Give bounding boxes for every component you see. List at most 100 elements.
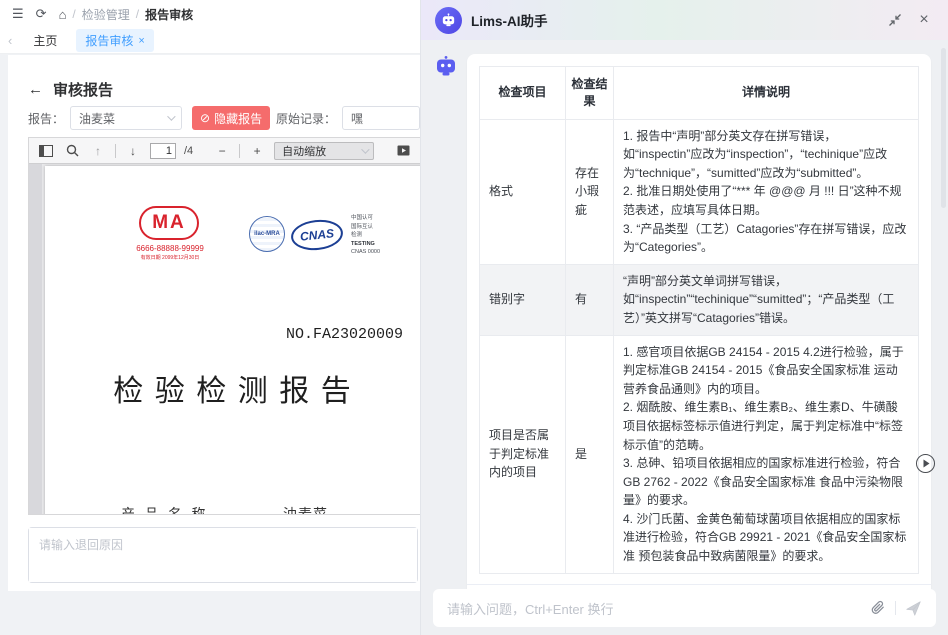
hide-report-label: 隐藏报告 bbox=[214, 110, 262, 127]
scrollbar-thumb[interactable] bbox=[941, 48, 946, 208]
chat-input[interactable]: 请输入问题，Ctrl+Enter 换行 bbox=[447, 599, 867, 618]
close-icon[interactable]: × bbox=[914, 10, 934, 30]
chat-area[interactable]: 检查项目 检查结果 详情说明 格式 存在小瑕疵 1. 报告中“声明”部分英文存在… bbox=[421, 40, 948, 635]
accreditation-text: 中国认可 国际互认 检测 TESTING CNAS 0000 bbox=[351, 214, 380, 257]
topbar: ☰ ⟳ ⌂ / 检验管理 / 报告审核 bbox=[0, 0, 420, 28]
accreditation-line: 中国认可 bbox=[351, 214, 380, 223]
col-header-check-result: 检查结果 bbox=[566, 67, 614, 120]
col-header-detail: 详情说明 bbox=[614, 67, 919, 120]
breadcrumb: ⌂ / 检验管理 / 报告审核 bbox=[59, 6, 194, 23]
check-result-table: 检查项目 检查结果 详情说明 格式 存在小瑕疵 1. 报告中“声明”部分英文存在… bbox=[479, 66, 919, 574]
home-icon[interactable]: ⌂ bbox=[59, 7, 67, 22]
col-header-check-item: 检查项目 bbox=[480, 67, 566, 120]
ai-assistant-header: Lims-AI助手 × bbox=[421, 0, 948, 40]
check-result-cell: 存在小瑕疵 bbox=[566, 119, 614, 264]
pdf-page: MA 6666-88888-99999 有效日期 2099年12月30日 ila… bbox=[45, 166, 420, 514]
ai-assistant-title: Lims-AI助手 bbox=[471, 10, 548, 30]
original-record-label: 原始记录： bbox=[276, 110, 336, 127]
assistant-message-card: 检查项目 检查结果 详情说明 格式 存在小瑕疵 1. 报告中“声明”部分英文存在… bbox=[467, 54, 931, 622]
page-number-input[interactable] bbox=[150, 143, 176, 159]
table-header-row: 检查项目 检查结果 详情说明 bbox=[480, 67, 919, 120]
page-up-icon[interactable]: ↑ bbox=[89, 142, 107, 160]
table-row: 项目是否属于判定标准内的项目 是 1. 感官项目依据GB 24154 - 201… bbox=[480, 335, 919, 573]
hide-report-button[interactable]: ⊘ 隐藏报告 bbox=[192, 106, 270, 130]
sidebar-toggle-icon[interactable] bbox=[37, 142, 55, 160]
review-card: ← 审核报告 报告： 油麦菜 ⊘ 隐藏报告 原始记录： bbox=[8, 55, 420, 591]
accreditation-line: 检测 bbox=[351, 231, 380, 240]
tab-report-review-label: 报告审核 bbox=[85, 32, 133, 49]
robot-message-avatar bbox=[434, 54, 458, 78]
cnas-logo: CNAS bbox=[290, 217, 345, 252]
zoom-in-icon[interactable]: + bbox=[248, 142, 266, 160]
detail-cell: “声明”部分英文单词拼写错误，如“inspectin”“techinique”“… bbox=[614, 264, 919, 335]
detail-cell: 1. 报告中“声明”部分英文存在拼写错误，如“inspectin”应改为“ins… bbox=[614, 119, 919, 264]
chevron-down-icon bbox=[361, 145, 369, 153]
report-number: NO.FA23020009 bbox=[45, 326, 403, 343]
ilac-mra-logo: ilac-MRA bbox=[249, 216, 285, 252]
check-result-cell: 是 bbox=[566, 335, 614, 573]
cma-certificate-number: 6666-88888-99999 bbox=[125, 244, 215, 253]
breadcrumb-separator: / bbox=[136, 7, 139, 21]
tab-report-review[interactable]: 报告审核 × bbox=[76, 29, 153, 52]
page-down-icon[interactable]: ↓ bbox=[124, 142, 142, 160]
hide-icon: ⊘ bbox=[200, 111, 210, 125]
breadcrumb-item-report-review: 报告审核 bbox=[145, 6, 193, 23]
cma-logo-text: MA bbox=[152, 212, 186, 234]
accreditation-line: CNAS 0000 bbox=[351, 248, 380, 257]
report-select-label: 报告： bbox=[28, 110, 64, 127]
return-reason-textarea[interactable] bbox=[29, 528, 417, 582]
zoom-mode-value: 自动缩放 bbox=[282, 143, 326, 159]
table-row: 格式 存在小瑕疵 1. 报告中“声明”部分英文存在拼写错误，如“inspecti… bbox=[480, 119, 919, 264]
breadcrumb-item-inspection-mgmt[interactable]: 检验管理 bbox=[82, 6, 130, 23]
presentation-mode-icon[interactable] bbox=[394, 142, 412, 160]
product-name-label: 产 品 名 称 bbox=[121, 504, 209, 514]
breadcrumb-separator: / bbox=[72, 7, 75, 21]
report-form-row: 报告： 油麦菜 ⊘ 隐藏报告 原始记录： 嘿 bbox=[28, 105, 420, 131]
pdf-page-container[interactable]: MA 6666-88888-99999 有效日期 2099年12月30日 ila… bbox=[29, 164, 420, 514]
search-icon[interactable] bbox=[63, 142, 81, 160]
original-record-group: 原始记录： 嘿 bbox=[276, 106, 420, 130]
table-row: 错别字 有 “声明”部分英文单词拼写错误，如“inspectin”“techin… bbox=[480, 264, 919, 335]
tab-bar: ‹ 主页 报告审核 × bbox=[0, 28, 420, 54]
zoom-mode-select[interactable]: 自动缩放 bbox=[274, 142, 374, 160]
page-total-label: /4 bbox=[184, 145, 193, 157]
robot-avatar bbox=[435, 7, 462, 34]
page-title: 审核报告 bbox=[53, 79, 113, 100]
tab-scroll-left-icon[interactable]: ‹ bbox=[6, 33, 14, 48]
collapse-menu-icon[interactable]: ☰ bbox=[12, 6, 24, 22]
minimize-icon[interactable] bbox=[885, 10, 905, 30]
ai-assistant-panel: Lims-AI助手 × 检查项目 检查结果 bbox=[420, 0, 948, 635]
chevron-down-icon bbox=[167, 112, 175, 120]
original-record-value: 嘿 bbox=[351, 110, 363, 127]
cma-valid-date: 有效日期 2099年12月30日 bbox=[125, 254, 215, 261]
main-content: ← 审核报告 报告： 油麦菜 ⊘ 隐藏报告 原始记录： bbox=[0, 55, 420, 635]
chat-input-bar: 请输入问题，Ctrl+Enter 换行 bbox=[433, 589, 936, 627]
check-item-cell: 格式 bbox=[480, 119, 566, 264]
report-select[interactable]: 油麦菜 bbox=[70, 106, 182, 130]
original-record-select[interactable]: 嘿 bbox=[342, 106, 420, 130]
refresh-icon[interactable]: ⟳ bbox=[36, 6, 47, 22]
detail-cell: 1. 感官项目依据GB 24154 - 2015 4.2进行检验，属于判定标准G… bbox=[614, 335, 919, 573]
accreditation-line: TESTING bbox=[351, 240, 380, 249]
attachment-icon[interactable] bbox=[867, 597, 889, 619]
resume-play-icon[interactable] bbox=[916, 454, 935, 473]
accreditation-line: 国际互认 bbox=[351, 223, 380, 232]
tab-close-icon[interactable]: × bbox=[138, 35, 144, 47]
report-document-title: 检 验 检 测 报 告 bbox=[45, 366, 420, 410]
check-result-cell: 有 bbox=[566, 264, 614, 335]
cnas-logo-text: CNAS bbox=[299, 226, 334, 243]
send-icon[interactable] bbox=[902, 597, 924, 619]
cma-logo: MA bbox=[139, 206, 199, 240]
page-header: ← 审核报告 bbox=[28, 79, 113, 100]
check-result-table-wrap: 检查项目 检查结果 详情说明 格式 存在小瑕疵 1. 报告中“声明”部分英文存在… bbox=[467, 54, 931, 584]
back-icon[interactable]: ← bbox=[28, 81, 43, 98]
input-divider bbox=[895, 601, 896, 615]
zoom-out-icon[interactable]: − bbox=[213, 142, 231, 160]
toolbar-divider bbox=[115, 144, 116, 158]
pdf-toolbar: ↑ ↓ /4 − + 自动缩放 bbox=[29, 138, 420, 164]
ilac-mra-logo-text: ilac-MRA bbox=[254, 231, 280, 237]
tab-home[interactable]: 主页 bbox=[24, 29, 66, 52]
toolbar-divider bbox=[239, 144, 240, 158]
check-item-cell: 项目是否属于判定标准内的项目 bbox=[480, 335, 566, 573]
pdf-viewer-gutter bbox=[29, 164, 42, 514]
